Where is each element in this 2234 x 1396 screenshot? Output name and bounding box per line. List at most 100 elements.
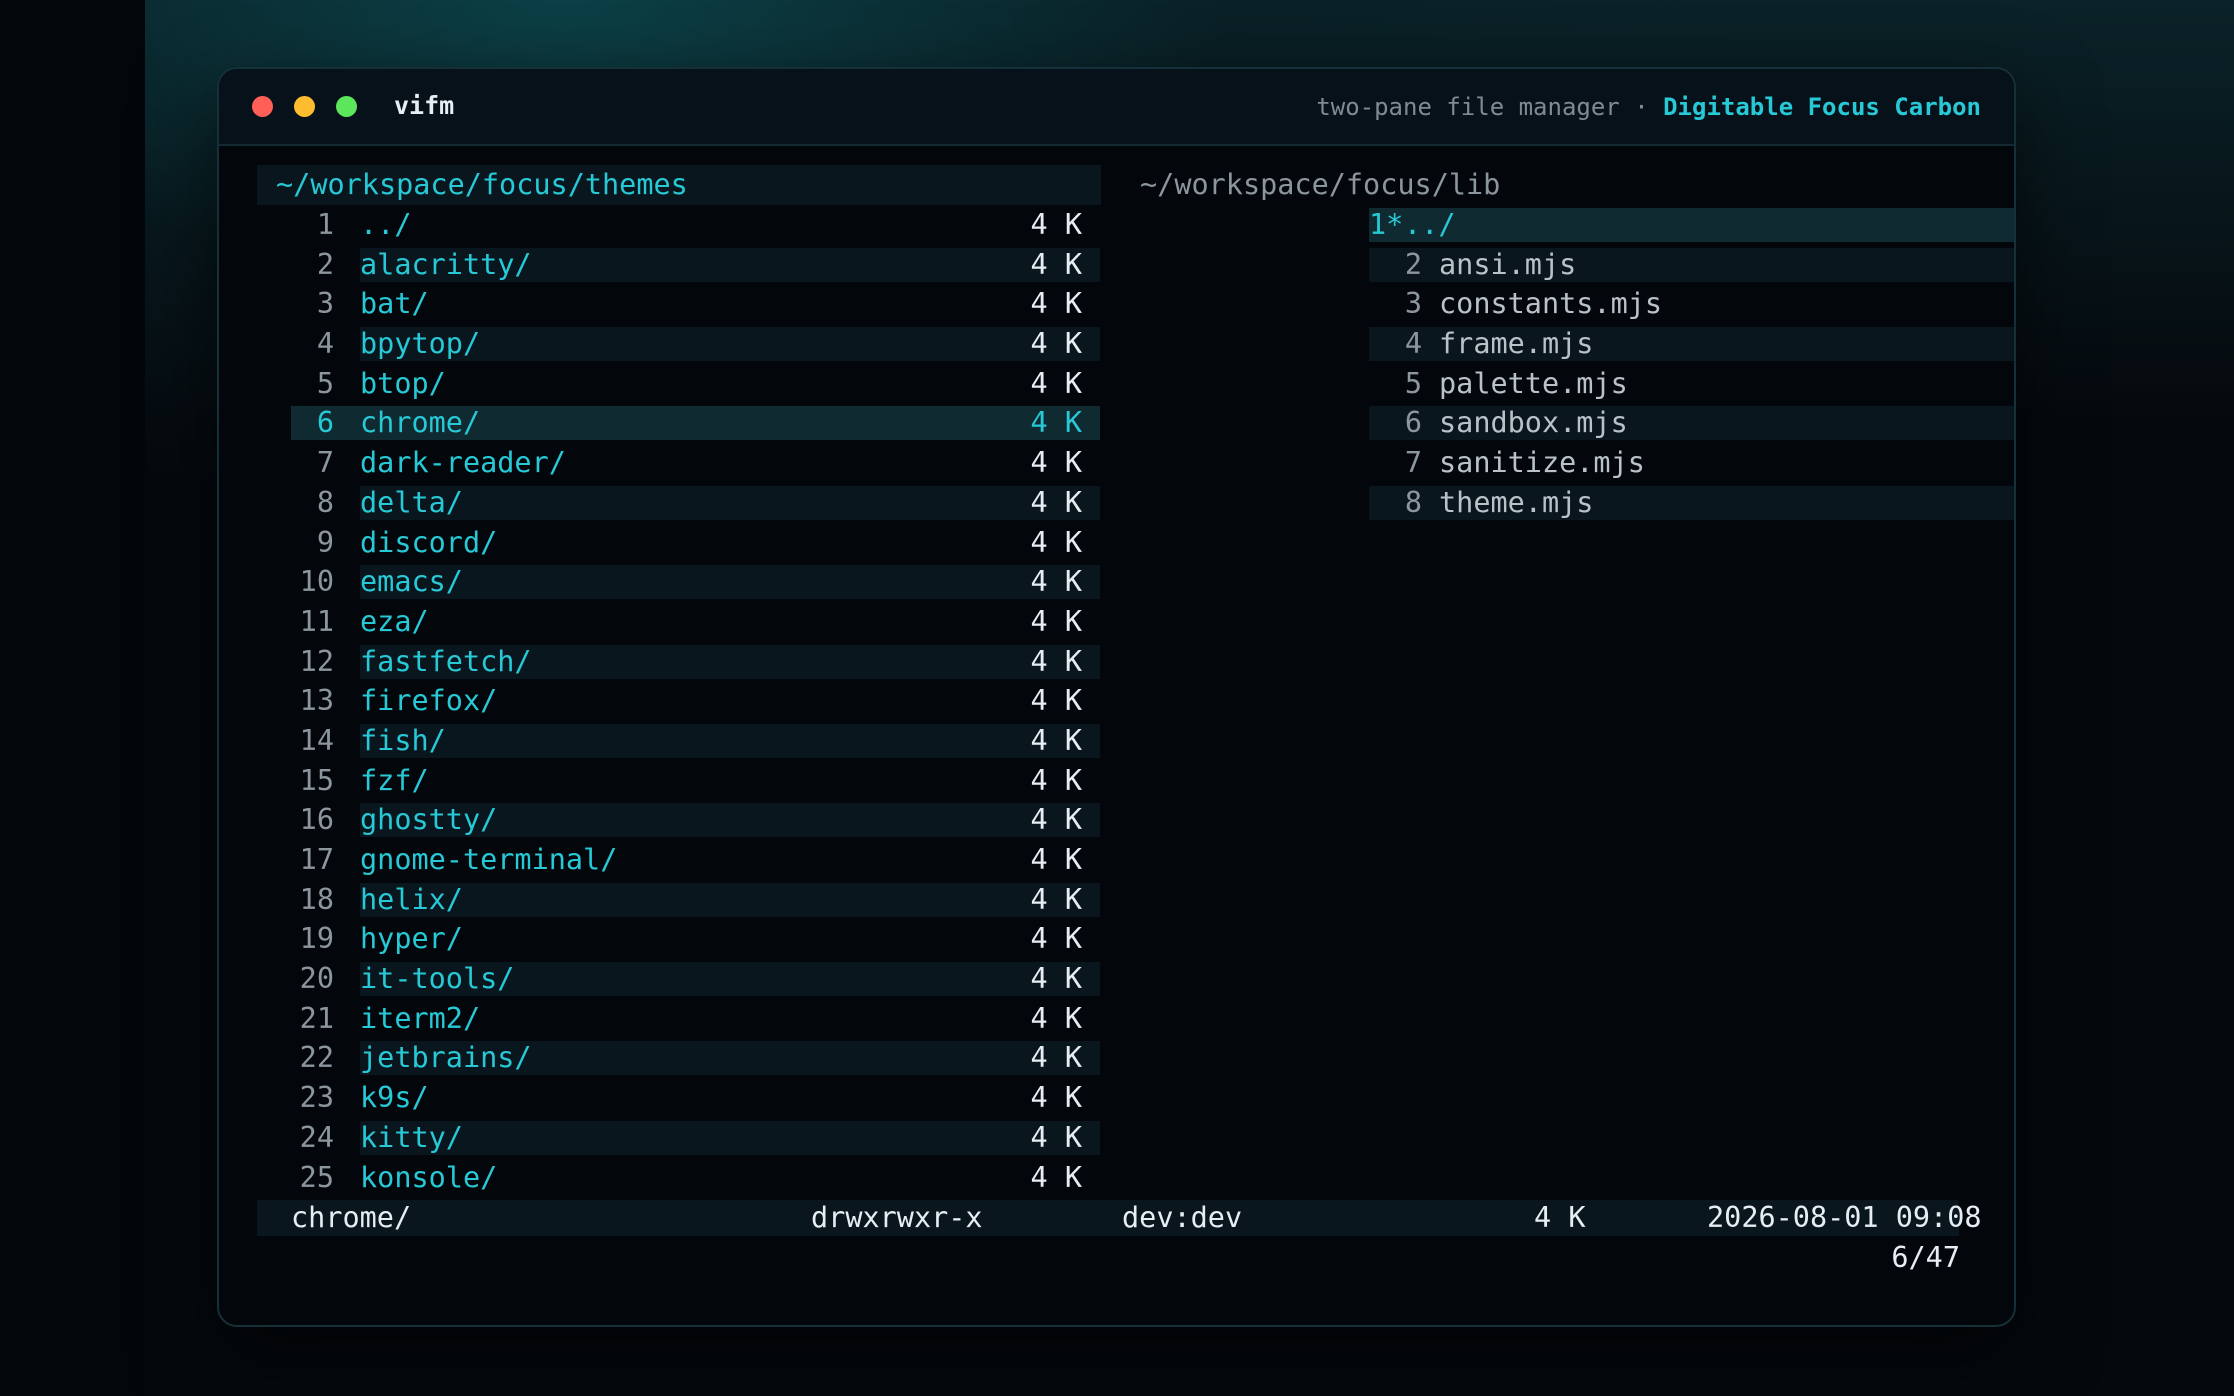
file-size: 4 K [1030, 1160, 1082, 1194]
file-row[interactable]: 4 bpytop/4 K [219, 324, 1100, 364]
file-name: emacs/ [360, 565, 463, 599]
window-subtitle: two-pane file manager · Digitable Focus … [1316, 92, 1981, 122]
file-row-selected[interactable]: 1*../ 4 K [1119, 205, 2014, 245]
status-permissions: drwxrwxr-x [811, 1201, 983, 1234]
row-number: 14 [299, 723, 334, 757]
file-row[interactable]: 15 fzf/4 K [219, 761, 1099, 801]
file-size: 497 B [1659, 284, 2014, 324]
maximize-button[interactable] [336, 96, 357, 117]
file-row-selected[interactable]: 6 chrome/4 K [219, 403, 1100, 443]
status-position: 6/47 [1891, 1241, 1960, 1274]
right-pane-file-list[interactable]: 1*../ 4 K 2 ansi.mjs 7.6 K 3 constants.mjs497 … [1119, 205, 2014, 523]
file-name: gnome-terminal/ [360, 843, 618, 876]
file-size: 4 K [1030, 843, 1082, 876]
file-row[interactable]: 10 emacs/4 K [219, 562, 1100, 602]
file-row[interactable]: 7 sanitize.mjs 3.5 K [1119, 443, 2014, 483]
file-row[interactable]: 3 constants.mjs497 B [1119, 284, 2014, 324]
file-size: 4 K [1030, 644, 1082, 678]
theme-name: Digitable Focus Carbon [1663, 93, 1981, 121]
row-number: 19 [299, 922, 334, 956]
row-number: 4 [1404, 327, 1422, 361]
file-row[interactable]: 24 kitty/4 K [219, 1118, 1100, 1158]
file-size: 4 K [1030, 208, 1082, 241]
file-row[interactable]: 5 btop/4 K [219, 364, 1099, 404]
file-name: ansi.mjs [1439, 247, 1577, 281]
file-size: 4 K [1030, 446, 1082, 480]
close-button[interactable] [252, 96, 273, 117]
file-size: 4 K [1030, 406, 1082, 440]
file-name: iterm2/ [360, 1001, 481, 1035]
file-row[interactable]: 16 ghostty/4 K [219, 800, 1100, 840]
file-row[interactable]: 6 sandbox.mjs 14 K [1119, 403, 2014, 443]
subtitle-text: two-pane file manager [1316, 93, 1620, 121]
file-name: theme.mjs [1439, 485, 1594, 519]
file-size: 4 K [1030, 1120, 1082, 1154]
file-row[interactable]: 22 jetbrains/4 K [219, 1038, 1100, 1078]
file-row[interactable]: 2 ansi.mjs 7.6 K [1119, 245, 2014, 285]
file-name: ghostty/ [360, 803, 498, 837]
file-size: 4 K [1030, 962, 1082, 996]
minimize-button[interactable] [294, 96, 315, 117]
file-row[interactable]: 18 helix/4 K [219, 880, 1100, 920]
file-row[interactable]: 17 gnome-terminal/4 K [219, 840, 1099, 880]
file-row[interactable]: 21 iterm2/4 K [219, 999, 1099, 1039]
terminal-window: vifm two-pane file manager · Digitable F… [217, 67, 2016, 1327]
file-size: 3.5 K [1659, 443, 2014, 483]
row-number: 1* [1369, 208, 1404, 241]
left-pane-file-list[interactable]: 1 ../ 4 K 2 alacritty/4 K 3 bat/4 K 4 bpytop/4 K… [219, 205, 1100, 1198]
file-size: 4 K [1030, 922, 1082, 956]
file-row[interactable]: 9 discord/4 K [219, 523, 1099, 563]
file-row[interactable]: 8 delta/4 K [219, 483, 1100, 523]
file-size: 4 K [1030, 565, 1082, 599]
row-number: 3 [316, 287, 334, 321]
file-name: konsole/ [360, 1160, 498, 1194]
file-name: bpytop/ [360, 327, 481, 361]
file-row[interactable]: 14 fish/4 K [219, 721, 1100, 761]
row-number: 10 [299, 565, 334, 599]
file-name: fish/ [360, 723, 446, 757]
file-size: 4 K [1030, 604, 1082, 638]
file-size: 4 K [1030, 366, 1082, 400]
file-row[interactable]: 25 konsole/4 K [219, 1158, 1099, 1198]
row-number: 15 [299, 763, 334, 797]
file-name: firefox/ [360, 684, 498, 718]
file-row[interactable]: 12 fastfetch/4 K [219, 642, 1100, 682]
row-number: 1 [316, 208, 334, 241]
row-number: 3 [1404, 287, 1422, 321]
file-row[interactable]: 20 it-tools/4 K [219, 959, 1100, 999]
file-row[interactable]: 13 firefox/4 K [219, 681, 1099, 721]
vifm-content: ~/workspace/focus/themes ~/workspace/foc… [219, 146, 2014, 1325]
file-size: 4 K [1030, 525, 1082, 559]
file-row[interactable]: 1 ../ 4 K [219, 205, 1099, 245]
row-number: 2 [1404, 247, 1422, 281]
file-size: 4 K [1030, 485, 1082, 519]
file-row[interactable]: 7 dark-reader/4 K [219, 443, 1099, 483]
row-number: 13 [299, 684, 334, 718]
file-size: 4 K [1030, 1041, 1082, 1075]
file-row[interactable]: 5 palette.mjs 2 K [1119, 364, 2014, 404]
app-title: vifm [394, 91, 455, 120]
row-number: 7 [316, 446, 334, 480]
file-name: alacritty/ [360, 247, 532, 281]
desktop-dark-strip [0, 0, 145, 1396]
file-name: ../ [360, 208, 412, 241]
row-number: 9 [316, 525, 334, 559]
file-name: ../ [1404, 208, 1456, 241]
row-number: 6 [1404, 406, 1422, 440]
row-number: 2 [316, 247, 334, 281]
row-number: 5 [316, 366, 334, 400]
file-row[interactable]: 2 alacritty/4 K [219, 245, 1100, 285]
file-row[interactable]: 11 eza/4 K [219, 602, 1099, 642]
file-row[interactable]: 8 theme.mjs 1.7 K [1119, 483, 2014, 523]
file-row[interactable]: 19 hyper/4 K [219, 919, 1099, 959]
file-name: constants.mjs [1439, 287, 1663, 321]
file-row[interactable]: 3 bat/4 K [219, 284, 1099, 324]
file-row[interactable]: 4 frame.mjs 4.1 K [1119, 324, 2014, 364]
file-size: 4 K [1030, 247, 1082, 281]
row-number: 21 [299, 1001, 334, 1035]
file-size: 14 K [1659, 403, 2014, 443]
file-size: 4 K [1030, 723, 1082, 757]
file-name: helix/ [360, 882, 463, 916]
status-bar: chrome/ drwxrwxr-x dev:dev 4 K 2026-08-0… [257, 1200, 1982, 1236]
file-row[interactable]: 23 k9s/4 K [219, 1078, 1099, 1118]
